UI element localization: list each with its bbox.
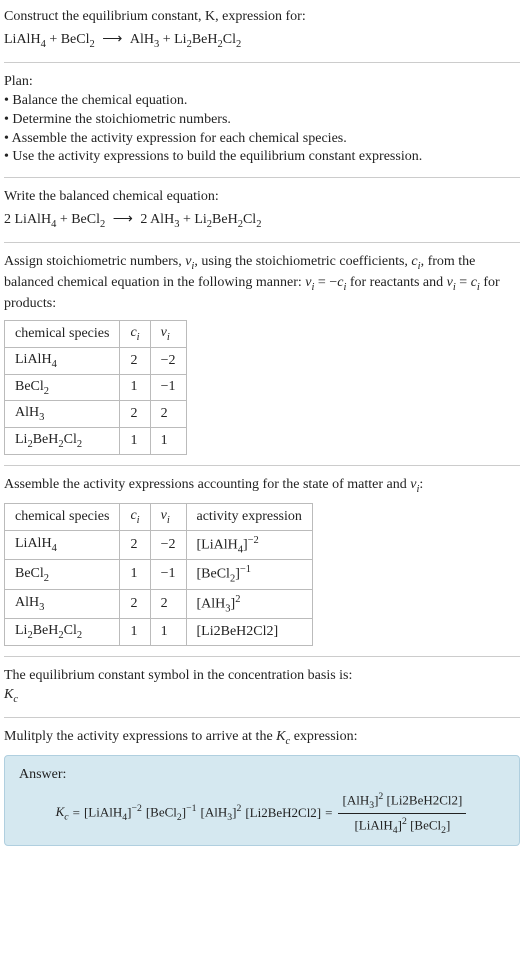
fraction: [AlH3]2 [Li2BeH2Cl2] [LiAlH4]2 [BeCl2]	[338, 791, 466, 836]
table-row: AlH3 2 2 [AlH3]2	[5, 589, 313, 618]
divider	[4, 465, 520, 466]
balanced-title: Write the balanced chemical equation:	[4, 188, 520, 207]
plan-bullet: • Use the activity expressions to build …	[4, 148, 520, 167]
table-header: νi	[150, 321, 186, 348]
table-header: activity expression	[186, 503, 312, 530]
divider	[4, 717, 520, 718]
table-header-row: chemical species ci νi	[5, 321, 187, 348]
table-row: LiAlH4 2 −2 [LiAlH4]−2	[5, 530, 313, 559]
multiply-intro: Mulitply the activity expressions to arr…	[4, 728, 520, 749]
plan-bullet: • Determine the stoichiometric numbers.	[4, 111, 520, 130]
table-header-row: chemical species ci νi activity expressi…	[5, 503, 313, 530]
plan-section: Plan: • Balance the chemical equation. •…	[4, 73, 520, 167]
divider	[4, 656, 520, 657]
table-row: BeCl2 1 −1	[5, 374, 187, 401]
activity-intro: Assemble the activity expressions accoun…	[4, 476, 520, 497]
kc-symbol-intro: The equilibrium constant symbol in the c…	[4, 667, 520, 686]
prompt-equation: LiAlH4 + BeCl2 ⟶ AlH3 + Li2BeH2Cl2	[4, 31, 520, 52]
divider	[4, 242, 520, 243]
table-row: Li2BeH2Cl2 1 1 [Li2BeH2Cl2]	[5, 619, 313, 646]
activity-table: chemical species ci νi activity expressi…	[4, 503, 313, 646]
stoich-section: Assign stoichiometric numbers, νi, using…	[4, 253, 520, 455]
table-header: chemical species	[5, 321, 120, 348]
multiply-section: Mulitply the activity expressions to arr…	[4, 728, 520, 749]
table-row: Li2BeH2Cl2 1 1	[5, 428, 187, 455]
table-row: LiAlH4 2 −2	[5, 347, 187, 374]
table-header: ci	[120, 321, 150, 348]
table-row: BeCl2 1 −1 [BeCl2]−1	[5, 560, 313, 589]
stoich-intro: Assign stoichiometric numbers, νi, using…	[4, 253, 520, 314]
plan-bullet: • Balance the chemical equation.	[4, 92, 520, 111]
kc-symbol: Kc	[4, 686, 520, 707]
balanced-section: Write the balanced chemical equation: 2 …	[4, 188, 520, 232]
table-header: ci	[120, 503, 150, 530]
plan-title: Plan:	[4, 73, 520, 92]
balanced-equation: 2 LiAlH4 + BeCl2 ⟶ 2 AlH3 + Li2BeH2Cl2	[4, 211, 520, 232]
answer-box: Answer: Kc = [LiAlH4]−2 [BeCl2]−1 [AlH3]…	[4, 755, 520, 847]
stoich-table: chemical species ci νi LiAlH4 2 −2 BeCl2…	[4, 320, 187, 455]
table-row: AlH3 2 2	[5, 401, 187, 428]
answer-expression: Kc = [LiAlH4]−2 [BeCl2]−1 [AlH3]2 [Li2Be…	[19, 791, 505, 836]
table-header: chemical species	[5, 503, 120, 530]
kc-symbol-section: The equilibrium constant symbol in the c…	[4, 667, 520, 707]
prompt-section: Construct the equilibrium constant, K, e…	[4, 8, 520, 52]
table-header: νi	[150, 503, 186, 530]
activity-section: Assemble the activity expressions accoun…	[4, 476, 520, 646]
plan-bullet: • Assemble the activity expression for e…	[4, 130, 520, 149]
divider	[4, 177, 520, 178]
answer-label: Answer:	[19, 766, 505, 785]
prompt-title: Construct the equilibrium constant, K, e…	[4, 8, 520, 27]
divider	[4, 62, 520, 63]
prompt-title-text: Construct the equilibrium constant, K, e…	[4, 9, 306, 24]
